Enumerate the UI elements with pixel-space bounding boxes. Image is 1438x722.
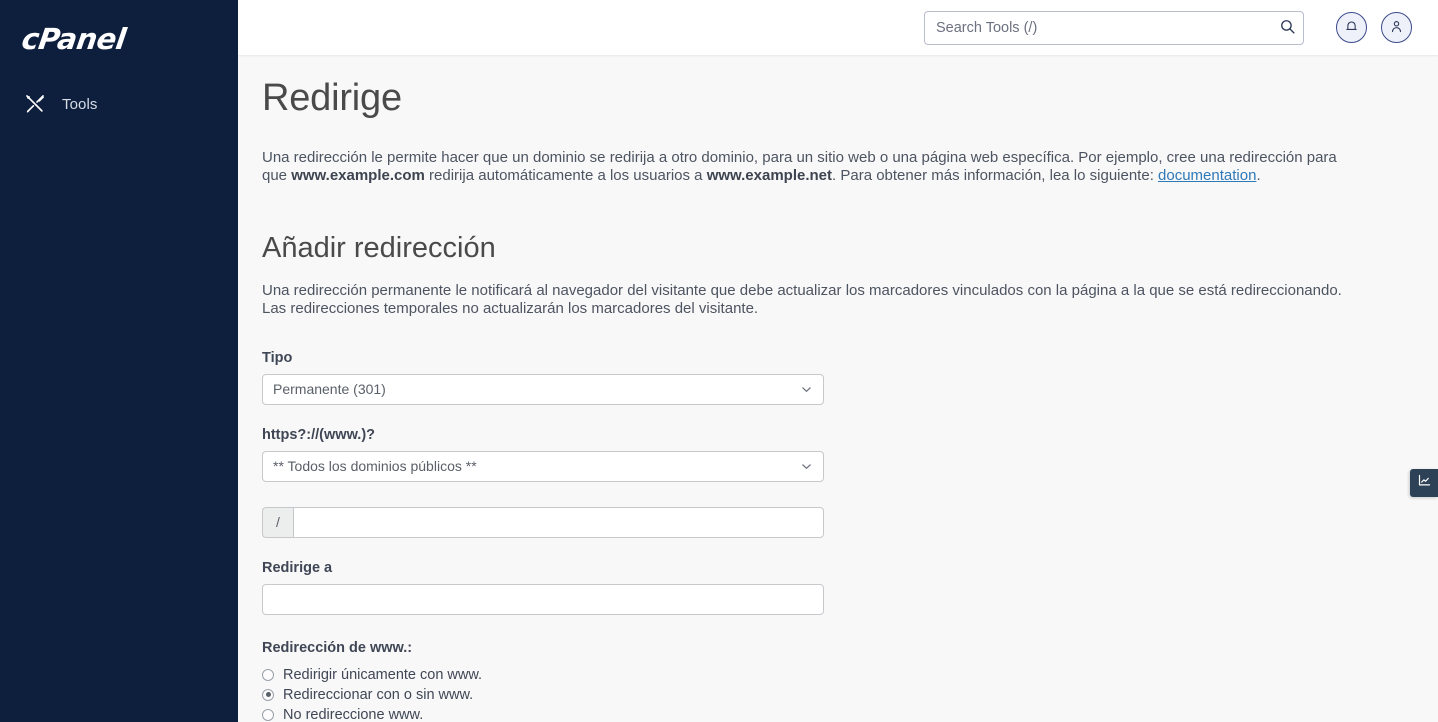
account-button[interactable] [1381,12,1412,43]
user-icon [1389,19,1404,37]
redirect-form: Tipo Permanente (301) https?://(www.)? *… [262,319,1438,722]
search-icon [1279,18,1296,38]
destination-label: Redirige a [262,559,333,576]
radio-option-with-or-without-www[interactable]: Redireccionar con o sin www. [262,685,1438,705]
sidebar: cPanel Tools [0,0,238,722]
path-prefix-addon: / [262,506,293,538]
cpanel-logo[interactable]: cPanel [20,22,128,56]
domain-label: https?://(www.)? [262,426,376,443]
chart-icon [1417,473,1432,493]
intro-text-4: . [1256,167,1261,185]
radio-option-no-www[interactable]: No redireccione www. [262,705,1438,722]
intro-domain-source: www.example.com [291,167,425,185]
bell-icon [1344,19,1359,37]
page-intro: Una redirección le permite hacer que un … [262,121,1352,186]
page-title: Redirige [262,77,402,119]
search-container [924,10,1304,45]
path-input[interactable] [293,506,824,538]
chevron-down-icon [800,460,813,473]
radio-label: Redirigir únicamente con www. [283,666,483,683]
domain-select[interactable]: ** Todos los dominios públicos ** [262,450,824,482]
type-select[interactable]: Permanente (301) [262,373,824,405]
section-description: Una redirección permanente le notificará… [262,281,1342,318]
www-redirection-group: Redirigir únicamente con www. Redireccio… [262,656,1438,722]
section-title-add-redirect: Añadir redirección [262,231,496,264]
radio-icon [262,708,274,721]
sidebar-item-label: Tools [62,95,98,113]
search-input[interactable] [924,10,1304,45]
search-button[interactable] [1272,13,1302,43]
main-area: Redirige Una redirección le permite hace… [238,0,1438,722]
destination-input[interactable] [262,583,824,615]
radio-icon-selected [262,688,274,701]
type-label: Tipo [262,349,293,366]
intro-text-3: . Para obtener más información, lea lo s… [832,167,1159,185]
chevron-down-icon [800,383,813,396]
radio-option-www-only[interactable]: Redirigir únicamente con www. [262,665,1438,685]
type-select-value: Permanente (301) [273,381,386,398]
intro-text-2: redirija automáticamente a los usuarios … [424,167,707,185]
intro-domain-target: www.example.net [706,167,833,185]
app-root: cPanel Tools Search Tools (/) Redirige U… [0,0,1438,722]
radio-label: Redireccionar con o sin www. [283,686,474,703]
domain-select-value: ** Todos los dominios públicos ** [273,458,477,475]
sidebar-item-tools[interactable]: Tools [0,88,238,120]
page-content: Redirige Una redirección le permite hace… [238,55,1438,722]
tools-icon [24,93,46,115]
www-redirection-label: Redirección de www.: [262,639,413,656]
radio-label: No redireccione www. [283,706,424,722]
analytics-side-tab[interactable] [1410,469,1438,497]
documentation-link[interactable]: documentation [1158,167,1256,184]
notifications-button[interactable] [1336,12,1367,43]
radio-icon [262,668,274,681]
path-input-group: / [262,506,824,538]
top-header [238,0,1438,55]
